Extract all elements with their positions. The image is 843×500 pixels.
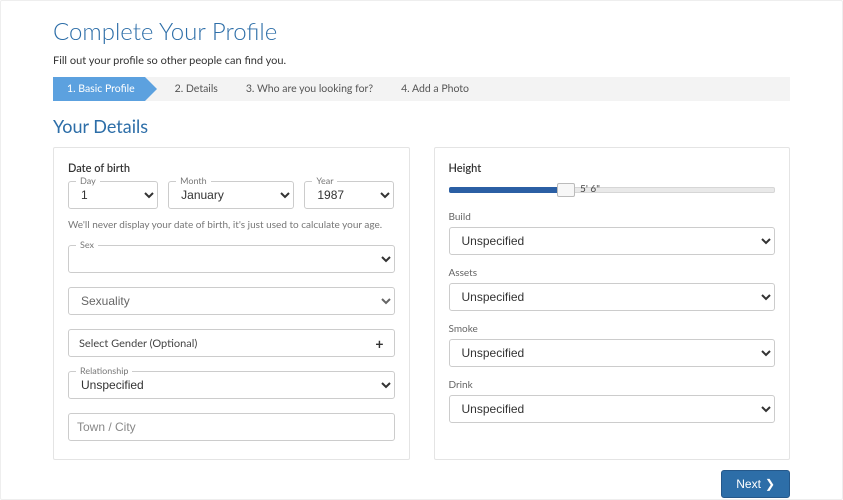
height-value: 5' 6": [580, 183, 600, 195]
build-select[interactable]: Unspecified: [449, 227, 776, 255]
plus-icon: +: [375, 335, 383, 352]
sex-label: Sex: [76, 239, 98, 250]
sex-select[interactable]: [68, 245, 395, 273]
height-slider[interactable]: 5' 6": [449, 181, 776, 199]
day-label: Day: [76, 175, 100, 186]
smoke-select[interactable]: Unspecified: [449, 339, 776, 367]
details-card-left: Date of birth Day 1 Month January Year: [53, 147, 410, 460]
slider-fill: [449, 187, 567, 193]
gender-label: Select Gender (Optional): [79, 337, 197, 350]
dob-label: Date of birth: [68, 162, 395, 175]
build-label: Build: [449, 211, 776, 223]
wizard-step-details[interactable]: 2. Details: [145, 77, 232, 101]
smoke-label: Smoke: [449, 323, 776, 335]
details-card-right: Height 5' 6" Build Unspecified Assets Un…: [434, 147, 791, 460]
next-button-label: Next: [736, 477, 761, 491]
page-title: Complete Your Profile: [53, 17, 790, 46]
slider-thumb[interactable]: [557, 183, 575, 197]
page-subtitle: Fill out your profile so other people ca…: [53, 54, 790, 67]
chevron-right-icon: ❯: [765, 477, 775, 491]
section-title: Your Details: [53, 115, 790, 137]
drink-select[interactable]: Unspecified: [449, 395, 776, 423]
town-input[interactable]: [68, 413, 395, 441]
dob-note: We'll never display your date of birth, …: [68, 219, 395, 231]
gender-expand-row[interactable]: Select Gender (Optional) +: [68, 329, 395, 357]
relationship-label: Relationship: [76, 365, 132, 376]
drink-label: Drink: [449, 379, 776, 391]
wizard-step-looking-for[interactable]: 3. Who are you looking for?: [232, 77, 387, 101]
assets-label: Assets: [449, 267, 776, 279]
wizard-steps: 1. Basic Profile 2. Details 3. Who are y…: [53, 77, 790, 101]
year-label: Year: [312, 175, 337, 186]
next-button[interactable]: Next ❯: [721, 470, 790, 498]
sexuality-select[interactable]: Sexuality: [68, 287, 395, 315]
height-label: Height: [449, 162, 776, 175]
month-label: Month: [176, 175, 211, 186]
wizard-step-add-photo[interactable]: 4. Add a Photo: [387, 77, 483, 101]
assets-select[interactable]: Unspecified: [449, 283, 776, 311]
wizard-step-basic-profile[interactable]: 1. Basic Profile: [53, 77, 145, 101]
